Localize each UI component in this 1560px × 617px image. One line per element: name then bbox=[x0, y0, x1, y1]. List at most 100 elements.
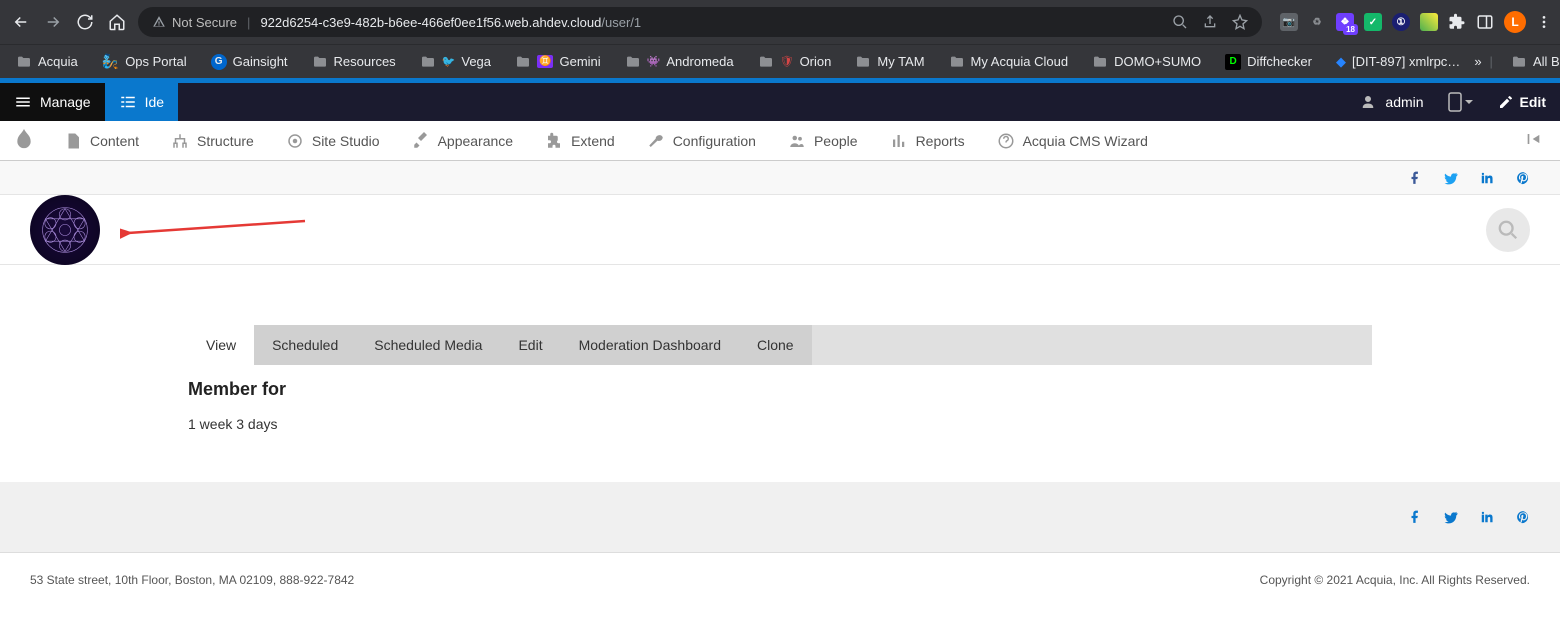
ext-purple-icon[interactable]: ❖18 bbox=[1336, 13, 1354, 31]
back-icon[interactable] bbox=[12, 13, 30, 31]
facebook-icon[interactable] bbox=[1408, 171, 1422, 185]
chevron-down-icon bbox=[1464, 97, 1474, 107]
menu-dots-icon[interactable] bbox=[1536, 14, 1552, 30]
ext-camera-icon[interactable]: 📷 bbox=[1280, 13, 1298, 31]
star-icon[interactable] bbox=[1232, 14, 1248, 30]
ext-map-icon[interactable] bbox=[1420, 13, 1438, 31]
tab-clone[interactable]: Clone bbox=[739, 325, 812, 365]
ext-green-icon[interactable]: ✓ bbox=[1364, 13, 1382, 31]
social-bar-top bbox=[0, 161, 1560, 195]
facebook-icon[interactable] bbox=[1408, 510, 1422, 524]
linkedin-icon[interactable] bbox=[1480, 171, 1494, 185]
url-path: /user/1 bbox=[601, 15, 641, 30]
people-icon bbox=[788, 132, 806, 150]
tab-edit[interactable]: Edit bbox=[500, 325, 560, 365]
search-button[interactable] bbox=[1486, 208, 1530, 252]
bookmark-label: Gainsight bbox=[233, 54, 288, 69]
menu-content[interactable]: Content bbox=[48, 121, 155, 160]
pinterest-icon[interactable] bbox=[1516, 171, 1530, 185]
footer-copyright: Copyright © 2021 Acquia, Inc. All Rights… bbox=[1260, 573, 1530, 587]
bookmark-my-acquia[interactable]: My Acquia Cloud bbox=[939, 50, 1079, 74]
bookmark-label: My TAM bbox=[877, 54, 924, 69]
list-icon bbox=[119, 93, 137, 111]
share-icon[interactable] bbox=[1202, 14, 1218, 30]
linkedin-icon[interactable] bbox=[1480, 510, 1494, 524]
bookmark-diffchecker[interactable]: DDiffchecker bbox=[1215, 50, 1322, 74]
twitter-icon[interactable] bbox=[1444, 510, 1458, 524]
structure-icon bbox=[171, 132, 189, 150]
menu-label: Configuration bbox=[673, 133, 756, 149]
wrench-icon bbox=[647, 132, 665, 150]
ext-1password-icon[interactable]: ① bbox=[1392, 13, 1410, 31]
menu-appearance[interactable]: Appearance bbox=[396, 121, 530, 160]
menu-label: Site Studio bbox=[312, 133, 380, 149]
sidepanel-icon[interactable] bbox=[1476, 13, 1494, 31]
ide-tab[interactable]: Ide bbox=[105, 83, 178, 121]
bookmark-label: Resources bbox=[334, 54, 396, 69]
url-host: 922d6254-c3e9-482b-b6ee-466ef0ee1f56.web… bbox=[260, 15, 601, 30]
admin-user[interactable]: admin bbox=[1345, 93, 1437, 111]
bookmark-my-tam[interactable]: My TAM bbox=[845, 50, 934, 74]
menu-extend[interactable]: Extend bbox=[529, 121, 631, 160]
bookmark-overflow-icon[interactable]: » bbox=[1474, 54, 1481, 69]
manage-toggle[interactable]: Manage bbox=[0, 83, 105, 121]
forward-icon[interactable] bbox=[44, 13, 62, 31]
bookmark-acquia[interactable]: Acquia bbox=[6, 50, 88, 74]
tab-scheduled-media[interactable]: Scheduled Media bbox=[356, 325, 500, 365]
menu-reports[interactable]: Reports bbox=[874, 121, 981, 160]
bookmark-label: [DIT-897] xmlrpc… bbox=[1352, 54, 1460, 69]
bookmark-label: Gemini bbox=[559, 54, 600, 69]
bookmark-gemini[interactable]: ♊Gemini bbox=[505, 50, 611, 74]
menu-people[interactable]: People bbox=[772, 121, 874, 160]
menu-structure[interactable]: Structure bbox=[155, 121, 270, 160]
search-icon bbox=[1497, 219, 1519, 241]
bookmark-resources[interactable]: Resources bbox=[302, 50, 406, 74]
menu-wizard[interactable]: Acquia CMS Wizard bbox=[981, 121, 1164, 160]
profile-avatar[interactable]: L bbox=[1504, 11, 1526, 33]
manage-label: Manage bbox=[40, 94, 91, 110]
bookmark-domo[interactable]: DOMO+SUMO bbox=[1082, 50, 1211, 74]
reload-icon[interactable] bbox=[76, 13, 94, 31]
all-bookmarks[interactable]: All Bookmarks bbox=[1501, 50, 1560, 74]
collapse-toolbar[interactable] bbox=[1512, 131, 1560, 150]
twitter-icon[interactable] bbox=[1444, 171, 1458, 185]
profile-tabs: View Scheduled Scheduled Media Edit Mode… bbox=[188, 325, 1372, 365]
bookmark-label: Acquia bbox=[38, 54, 78, 69]
main-content: View Scheduled Scheduled Media Edit Mode… bbox=[0, 265, 1560, 482]
pencil-icon bbox=[1498, 94, 1514, 110]
bookmark-andromeda[interactable]: 👾Andromeda bbox=[615, 50, 744, 74]
pinterest-icon[interactable] bbox=[1516, 510, 1530, 524]
site-logo[interactable] bbox=[30, 195, 100, 265]
bookmark-gainsight[interactable]: GGainsight bbox=[201, 50, 298, 74]
admin-toolbar: Manage Ide admin Edit bbox=[0, 83, 1560, 121]
bookmark-vega[interactable]: 🐦Vega bbox=[410, 50, 501, 74]
edit-toggle[interactable]: Edit bbox=[1484, 94, 1560, 110]
metatron-icon bbox=[37, 202, 93, 258]
footer-address: 53 State street, 10th Floor, Boston, MA … bbox=[30, 573, 354, 587]
ext-recycle-icon[interactable]: ♻ bbox=[1308, 13, 1326, 31]
site-header bbox=[0, 195, 1560, 265]
menu-site-studio[interactable]: Site Studio bbox=[270, 121, 396, 160]
user-icon bbox=[1359, 93, 1377, 111]
tab-view[interactable]: View bbox=[188, 325, 254, 365]
ext-badge-count: 18 bbox=[1343, 24, 1358, 35]
tab-moderation[interactable]: Moderation Dashboard bbox=[561, 325, 739, 365]
bookmark-ops-portal[interactable]: 🧞Ops Portal bbox=[92, 49, 197, 74]
annotation-arrow bbox=[120, 213, 310, 253]
menu-label: Reports bbox=[916, 133, 965, 149]
not-secure-label: Not Secure bbox=[172, 15, 237, 30]
bookmark-label: Orion bbox=[800, 54, 832, 69]
social-bar-footer bbox=[0, 482, 1560, 552]
drupal-home-icon[interactable] bbox=[0, 127, 48, 154]
home-icon[interactable] bbox=[108, 13, 126, 31]
extensions-icon[interactable] bbox=[1448, 13, 1466, 31]
zoom-icon[interactable] bbox=[1172, 14, 1188, 30]
address-bar[interactable]: Not Secure | 922d6254-c3e9-482b-b6ee-466… bbox=[138, 7, 1262, 37]
warning-icon bbox=[152, 15, 166, 29]
menu-configuration[interactable]: Configuration bbox=[631, 121, 772, 160]
device-preview[interactable] bbox=[1438, 92, 1484, 112]
bookmark-orion[interactable]: 🛡Orion bbox=[748, 50, 842, 74]
chart-icon bbox=[890, 132, 908, 150]
tab-scheduled[interactable]: Scheduled bbox=[254, 325, 356, 365]
bookmark-dit897[interactable]: ◆[DIT-897] xmlrpc… bbox=[1326, 50, 1470, 74]
